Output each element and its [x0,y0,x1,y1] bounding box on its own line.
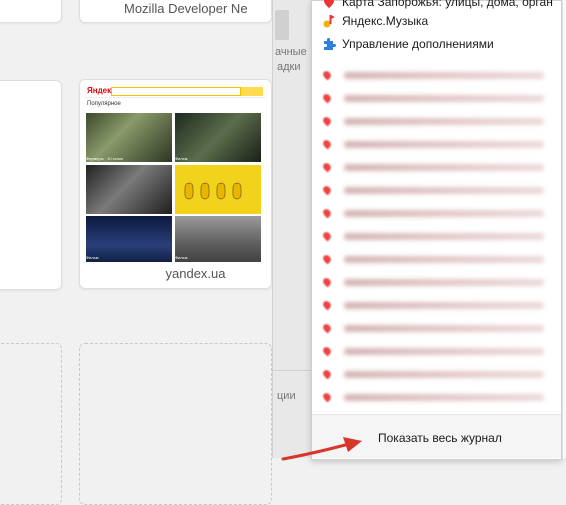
show-all-history-label: Показать весь журнал [378,431,502,445]
blurred-text [344,347,544,355]
history-row-blurred[interactable] [321,114,552,128]
blurred-text [344,278,544,286]
history-row-blurred[interactable] [321,344,552,358]
show-all-history-button[interactable]: Показать весь журнал [312,415,561,458]
puzzle-piece-icon [322,37,336,51]
map-pin-icon [321,345,333,357]
video-thumb-1 [86,113,172,162]
video-caption-1: Фермеры · 10 сезон [86,156,124,161]
map-pin-icon [321,230,333,242]
map-pin-icon [321,276,333,288]
history-row-blurred[interactable] [321,298,552,312]
video-caption-6: Фильм [175,255,188,260]
history-row-blurred[interactable] [321,160,552,174]
folder-icon [275,10,289,40]
history-row-blurred[interactable] [321,183,552,197]
blurred-text [344,324,544,332]
tile-left-middle[interactable] [0,80,62,290]
history-row-blurred[interactable] [321,206,552,220]
panel-text-1: ачные [275,46,307,58]
blurred-text [344,393,544,401]
panel-text-2: адки [277,61,301,73]
video-thumb-3 [86,165,172,214]
yandex-search-box [111,87,241,96]
tile-mozilla-developer[interactable]: Mozilla Developer Ne [79,0,272,23]
map-pin-icon [321,299,333,311]
history-row-blurred[interactable] [321,68,552,82]
blurred-text [344,209,544,217]
map-pin-icon [321,391,333,403]
video-caption-2: Фильм [175,156,188,161]
blurred-text [344,232,544,240]
panel-text-3: ции [277,390,296,402]
tile-yandex-label: yandex.ua [165,266,226,281]
blurred-text [344,370,544,378]
panel-divider [273,370,313,371]
blurred-text [344,255,544,263]
blurred-text [344,117,544,125]
menu-item-manage-addons-label: Управление дополнениями [342,37,494,51]
music-note-icon [322,14,336,28]
tile-yandex[interactable]: Яндекс Популярное Фермеры · 10 сезон Фил… [79,79,272,289]
sidebar-panel-behind: ачные адки ции [272,0,313,458]
tile-left-top[interactable] [0,0,62,23]
map-pin-icon [321,92,333,104]
history-row-blurred[interactable] [321,229,552,243]
history-item-partial-label: Карта Запорожья: улицы, дома, орган [342,0,553,9]
video-caption-5: Фильм [86,255,99,260]
video-thumb-2 [175,113,261,162]
yandex-popular-heading: Популярное [87,101,121,107]
map-pin-icon [322,0,336,9]
menu-item-yandex-music[interactable]: Яндекс.Музыка [322,10,557,32]
history-dropdown-menu: Карта Запорожья: улицы, дома, орган Янде… [311,0,562,460]
history-row-blurred[interactable] [321,275,552,289]
blurred-text [344,301,544,309]
empty-slot-left[interactable] [0,343,62,505]
minions-icon [184,182,242,200]
history-row-blurred[interactable] [321,321,552,335]
video-thumb-4 [175,165,261,214]
blurred-text [344,140,544,148]
yandex-thumbnail: Яндекс Популярное Фермеры · 10 сезон Фил… [85,85,266,262]
blurred-text [344,186,544,194]
menu-item-manage-addons[interactable]: Управление дополнениями [322,33,557,55]
blurred-text [344,94,544,102]
blurred-text [344,163,544,171]
map-pin-icon [321,253,333,265]
map-pin-icon [321,322,333,334]
map-pin-icon [321,184,333,196]
history-row-blurred[interactable] [321,252,552,266]
empty-slot-middle[interactable] [79,343,272,505]
menu-item-yandex-music-label: Яндекс.Музыка [342,14,429,28]
map-pin-icon [321,368,333,380]
blurred-text [344,71,544,79]
map-pin-icon [321,115,333,127]
yandex-search-button [241,87,263,96]
yandex-header-bar: Яндекс [85,85,266,98]
map-pin-icon [321,161,333,173]
map-pin-icon [321,138,333,150]
history-row-blurred[interactable] [321,137,552,151]
map-pin-icon [321,69,333,81]
history-row-blurred[interactable] [321,390,552,404]
history-row-blurred[interactable] [321,91,552,105]
map-pin-icon [321,207,333,219]
history-row-blurred[interactable] [321,367,552,381]
